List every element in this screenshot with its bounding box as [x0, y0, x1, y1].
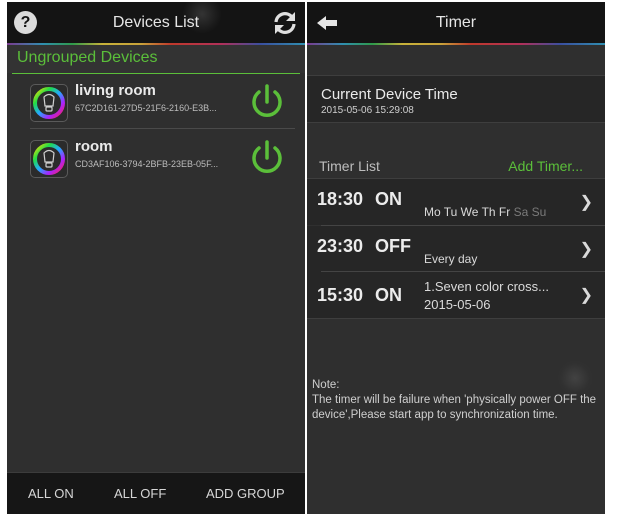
device-divider — [30, 128, 295, 129]
devices-list-screen: Devices List ? Ungrouped Devices living … — [7, 2, 305, 514]
timer-repeat-days: Every day — [424, 252, 478, 266]
timer-screen: Timer Current Device Time 2015-05-06 15:… — [307, 2, 605, 514]
divider — [307, 122, 605, 123]
add-group-button[interactable]: ADD GROUP — [206, 473, 285, 514]
all-on-button[interactable]: ALL ON — [28, 473, 74, 514]
timer-item[interactable]: 23:30 OFF Every day ❯ — [307, 226, 605, 272]
device-item-living-room[interactable]: living room 67C2D161-27D5-21F6-2160-E3B.… — [7, 80, 305, 128]
device-item-room[interactable]: room CD3AF106-3794-2BFB-23EB-05F... — [7, 136, 305, 184]
timer-state: OFF — [375, 236, 411, 256]
timer-state: ON — [375, 285, 402, 305]
timer-scene: 1.Seven color cross... — [424, 279, 549, 294]
timer-list-header: Timer List Add Timer... — [307, 145, 605, 179]
device-id: CD3AF106-3794-2BFB-23EB-05F... — [75, 159, 219, 169]
page-title: Devices List — [112, 14, 200, 31]
bulb-icon-box — [30, 140, 68, 178]
chevron-right-icon: ❯ — [579, 241, 593, 258]
section-title: Ungrouped Devices — [17, 49, 158, 66]
question-mark-icon: ? — [20, 14, 31, 31]
timer-list-label: Timer List — [319, 158, 380, 174]
all-off-button[interactable]: ALL OFF — [114, 473, 166, 514]
bulb-icon-box — [30, 84, 68, 122]
active-days: Mo Tu We Th Fr — [424, 205, 511, 219]
chevron-right-icon: ❯ — [579, 194, 593, 211]
rainbow-divider — [307, 43, 605, 45]
device-name: room — [75, 138, 113, 155]
current-device-time-row: Current Device Time 2015-05-06 15:29:08 — [307, 76, 605, 122]
timer-time: 18:30 — [317, 189, 364, 209]
timer-item[interactable]: 18:30 ON Mo Tu We Th Fr Sa Su ❯ — [307, 179, 605, 225]
section-divider — [12, 73, 300, 74]
rgb-bulb-icon — [33, 143, 65, 175]
refresh-button[interactable] — [271, 9, 299, 37]
timer-time: 23:30 — [317, 236, 364, 256]
note-text: Note: The timer will be failure when 'ph… — [312, 378, 597, 423]
divider — [307, 318, 605, 319]
add-timer-button[interactable]: Add Timer... — [508, 158, 583, 174]
refresh-icon — [274, 12, 296, 34]
back-arrow-icon — [317, 16, 337, 30]
note-body: The timer will be failure when 'physical… — [312, 394, 597, 421]
current-time-value: 2015-05-06 15:29:08 — [321, 105, 414, 116]
back-button[interactable] — [317, 15, 339, 31]
device-id: 67C2D161-27D5-21F6-2160-E3B... — [75, 103, 217, 113]
chevron-right-icon: ❯ — [579, 287, 593, 304]
rgb-bulb-icon — [33, 87, 65, 119]
ungrouped-devices-header: Ungrouped Devices — [7, 45, 305, 73]
page-title: Timer — [435, 14, 477, 31]
device-name: living room — [75, 82, 156, 99]
inactive-days: Sa Su — [513, 205, 547, 219]
help-button[interactable]: ? — [14, 11, 37, 34]
timer-repeat-days: Mo Tu We Th Fr Sa Su — [424, 205, 546, 219]
power-icon — [252, 140, 282, 173]
current-time-label: Current Device Time — [321, 86, 458, 103]
timer-date: 2015-05-06 — [424, 297, 491, 312]
timer-item[interactable]: 15:30 ON 1.Seven color cross... 2015-05-… — [307, 272, 605, 318]
note-title: Note: — [312, 379, 340, 391]
timer-time: 15:30 — [317, 285, 364, 305]
power-icon — [252, 84, 282, 117]
power-toggle[interactable] — [248, 138, 286, 176]
timer-state: ON — [375, 189, 402, 209]
bottom-toolbar: ALL ON ALL OFF ADD GROUP — [7, 472, 305, 514]
power-toggle[interactable] — [248, 82, 286, 120]
